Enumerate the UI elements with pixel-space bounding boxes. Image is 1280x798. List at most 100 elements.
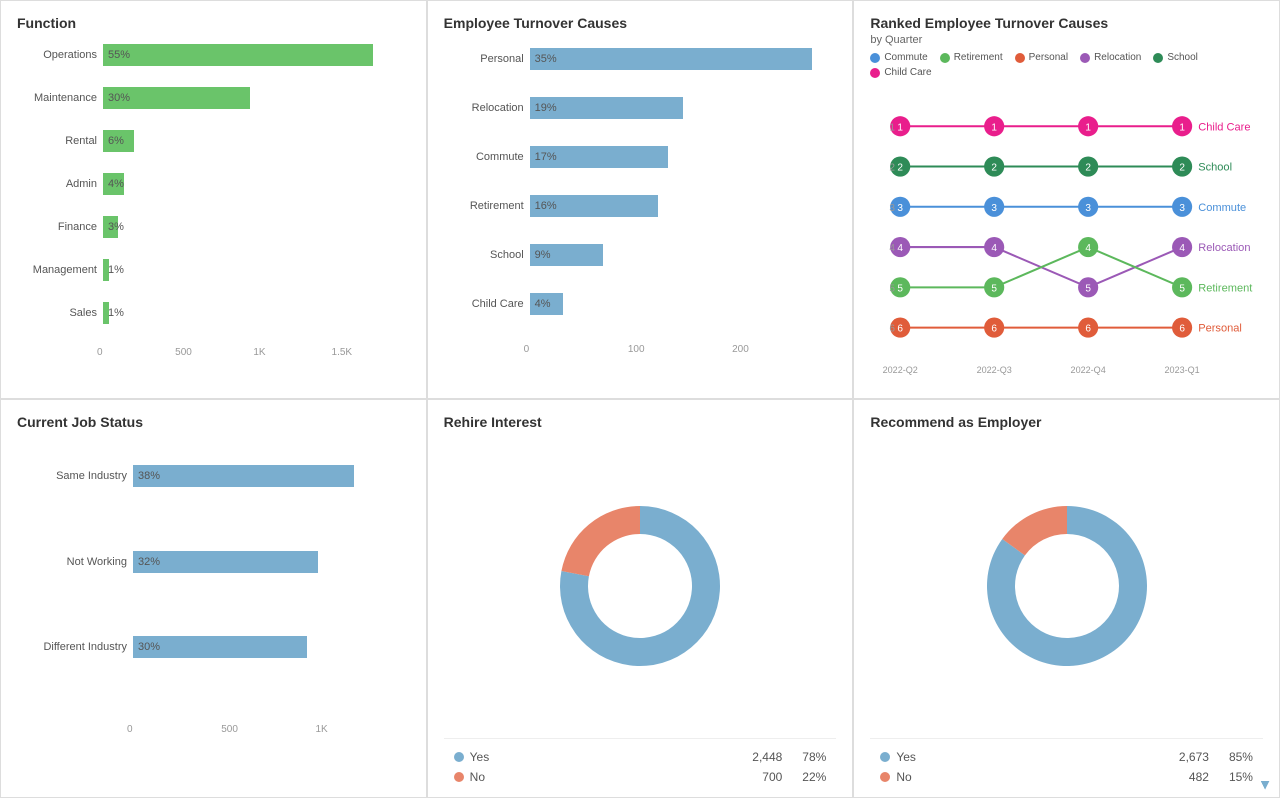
svg-text:4: 4 [898, 243, 904, 254]
svg-text:6: 6 [898, 324, 904, 335]
ranked-legend-dot [1153, 53, 1163, 63]
svg-text:3: 3 [1086, 203, 1092, 214]
legend-count: 482 [1189, 770, 1209, 784]
recommend-filter-icon[interactable]: ▼ [1258, 776, 1272, 792]
job-status-panel: Current Job Status Same Industry38%Not W… [0, 399, 427, 798]
legend-left: Yes [880, 750, 916, 764]
bar-fill: 16% [530, 195, 659, 217]
x-axis: 05001K1.5K [97, 345, 410, 358]
svg-text:3: 3 [992, 203, 998, 214]
svg-text:1: 1 [992, 122, 998, 133]
x-tick: 1.5K [332, 347, 410, 358]
svg-text:2: 2 [890, 163, 896, 174]
svg-text:3: 3 [890, 203, 896, 214]
recommend-title: Recommend as Employer [870, 414, 1263, 430]
bar-container: 1% [103, 259, 410, 281]
svg-text:2022-Q2: 2022-Q2 [883, 365, 918, 375]
ranked-legend-item: Child Care [870, 67, 931, 78]
legend-left: No [880, 770, 911, 784]
svg-text:School: School [1199, 162, 1233, 174]
ranked-legend: CommuteRetirementPersonalRelocationSchoo… [870, 52, 1263, 78]
x-tick: 200 [732, 344, 836, 355]
legend-right: 700 22% [762, 770, 826, 784]
svg-text:6: 6 [992, 324, 998, 335]
svg-text:2023-Q1: 2023-Q1 [1165, 365, 1200, 375]
bar-label: Relocation [444, 102, 524, 114]
x-tick: 0 [127, 724, 221, 735]
x-axis: 0100200 [524, 342, 837, 355]
svg-text:Child Care: Child Care [1199, 121, 1251, 133]
legend-left: No [454, 770, 485, 784]
svg-text:4: 4 [1086, 243, 1092, 254]
bar-row: Same Industry38% [17, 465, 410, 487]
svg-text:Retirement: Retirement [1199, 282, 1253, 294]
bar-container: 19% [530, 97, 837, 119]
bar-label: Maintenance [17, 92, 97, 104]
rehire-donut-container [444, 433, 837, 738]
bar-row: Personal35% [444, 48, 837, 70]
legend-right: 2,44878% [752, 750, 826, 764]
x-axis: 05001K [127, 722, 410, 735]
bar-value: 4% [108, 178, 124, 190]
turnover-bar-chart: Personal35% Relocation 19% Commute17% Retire… [444, 34, 837, 388]
bar-row: Different Industry30% [17, 636, 410, 658]
x-tick: 100 [628, 344, 732, 355]
bar-label: Management [17, 264, 97, 276]
function-bar-chart: Operations55%Maintenance30%Rental6%Admin… [17, 34, 410, 388]
ranked-legend-label: Child Care [884, 67, 931, 78]
bar-label: Rental [17, 135, 97, 147]
rehire-panel: Rehire Interest Yes2,44878%No70022% ▼ [427, 399, 854, 798]
bar-row: Not Working32% [17, 551, 410, 573]
turnover-panel: Employee Turnover Causes Personal35%Relo… [427, 0, 854, 399]
legend-pct: 15% [1229, 770, 1253, 784]
ranked-legend-label: Relocation [1094, 52, 1141, 63]
bar-fill: 30% [103, 87, 250, 109]
bar-fill: 38% [133, 465, 354, 487]
legend-label: Yes [470, 750, 490, 764]
bar-container: 9% [530, 244, 837, 266]
svg-text:1: 1 [890, 122, 896, 133]
ranked-subtitle: by Quarter [870, 34, 1263, 46]
bar-fill: 6% [103, 130, 134, 152]
recommend-donut-container [870, 433, 1263, 738]
svg-text:2: 2 [1086, 163, 1092, 174]
bar-row: Rental 6% [17, 130, 410, 152]
ranked-legend-item: Relocation [1080, 52, 1141, 63]
bar-value: 35% [535, 53, 557, 65]
ranked-legend-dot [940, 53, 950, 63]
svg-text:4: 4 [992, 243, 998, 254]
bar-value: 30% [108, 92, 130, 104]
bar-container: 32% [133, 551, 410, 573]
bar-container: 38% [133, 465, 410, 487]
bar-value: 38% [138, 470, 160, 482]
bar-fill: 55% [103, 44, 373, 66]
svg-text:5: 5 [890, 283, 896, 294]
ranked-legend-label: Retirement [954, 52, 1003, 63]
legend-right: 482 15% [1189, 770, 1253, 784]
legend-row: Yes 2,44878% [454, 747, 827, 767]
legend-label: Yes [896, 750, 916, 764]
x-tick: 1K [253, 347, 331, 358]
bar-label: Retirement [444, 200, 524, 212]
svg-text:1: 1 [1086, 122, 1092, 133]
recommend-donut-svg [967, 486, 1167, 686]
bar-value: 6% [108, 135, 124, 147]
bar-value: 4% [535, 298, 551, 310]
bar-fill: 1% [103, 302, 109, 324]
recommend-panel: Recommend as Employer Yes2,67385% No 482 15… [853, 399, 1280, 798]
ranked-legend-item: Commute [870, 52, 927, 63]
legend-pct: 22% [802, 770, 826, 784]
bar-fill: 3% [103, 216, 118, 238]
legend-count: 700 [762, 770, 782, 784]
legend-dot [454, 772, 464, 782]
bar-label: Different Industry [17, 641, 127, 653]
recommend-legend: Yes2,67385% No 482 15% [870, 738, 1263, 787]
bar-container: 4% [530, 293, 837, 315]
legend-row: Yes2,67385% [880, 747, 1253, 767]
bar-value: 32% [138, 556, 160, 568]
legend-dot [880, 752, 890, 762]
legend-count: 2,448 [752, 750, 782, 764]
svg-text:1: 1 [898, 122, 904, 133]
bar-row: Commute17% [444, 146, 837, 168]
x-tick: 500 [175, 347, 253, 358]
